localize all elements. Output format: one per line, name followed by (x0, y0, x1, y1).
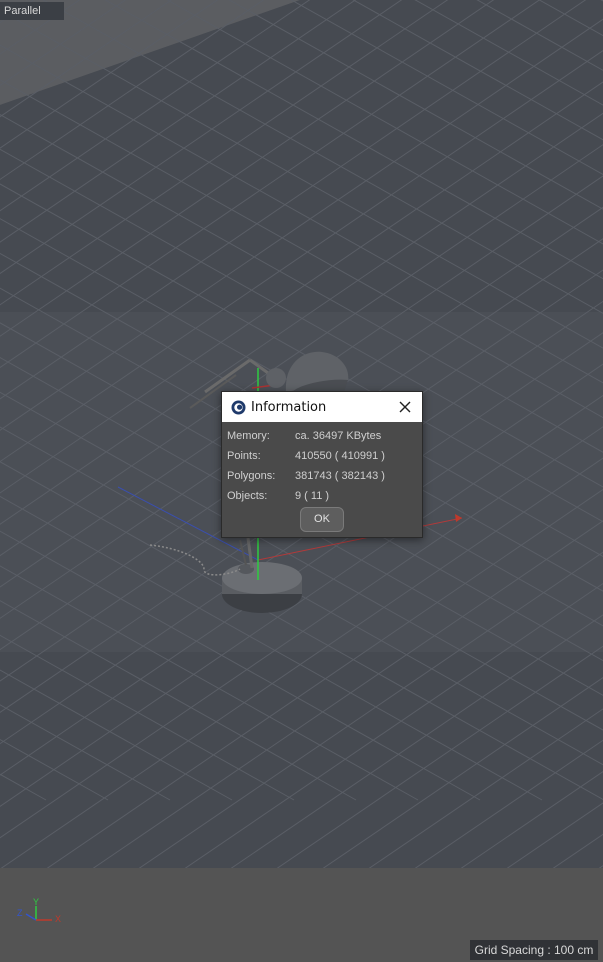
information-dialog: Information Memory: ca. 36497 KBytes Poi… (221, 391, 423, 538)
camera-mode-label[interactable]: Parallel (0, 2, 64, 20)
polygons-value: 381743 ( 382143 ) (295, 470, 385, 482)
info-rows: Memory: ca. 36497 KBytes Points: 410550 … (222, 422, 422, 506)
gizmo-z-label: Z (17, 908, 23, 918)
memory-value: ca. 36497 KBytes (295, 430, 382, 442)
points-label: Points: (227, 450, 261, 462)
ok-button[interactable]: OK (300, 507, 344, 532)
objects-label: Objects: (227, 490, 268, 502)
polygons-label: Polygons: (227, 470, 276, 482)
points-value: 410550 ( 410991 ) (295, 450, 385, 462)
grid-spacing-readout: Grid Spacing : 100 cm (470, 940, 598, 960)
dialog-titlebar[interactable]: Information (222, 392, 422, 422)
gizmo-y-label: Y (33, 897, 39, 907)
dialog-title: Information (251, 399, 327, 415)
objects-value: 9 ( 11 ) (295, 490, 330, 502)
close-icon[interactable] (396, 398, 414, 416)
polygons-row: Polygons: 381743 ( 382143 ) (222, 466, 422, 486)
memory-label: Memory: (227, 430, 270, 442)
objects-row: Objects: 9 ( 11 ) (222, 486, 422, 506)
cinema4d-logo-icon (231, 400, 246, 415)
gizmo-x-label: X (55, 914, 61, 924)
memory-row: Memory: ca. 36497 KBytes (222, 426, 422, 446)
points-row: Points: 410550 ( 410991 ) (222, 446, 422, 466)
